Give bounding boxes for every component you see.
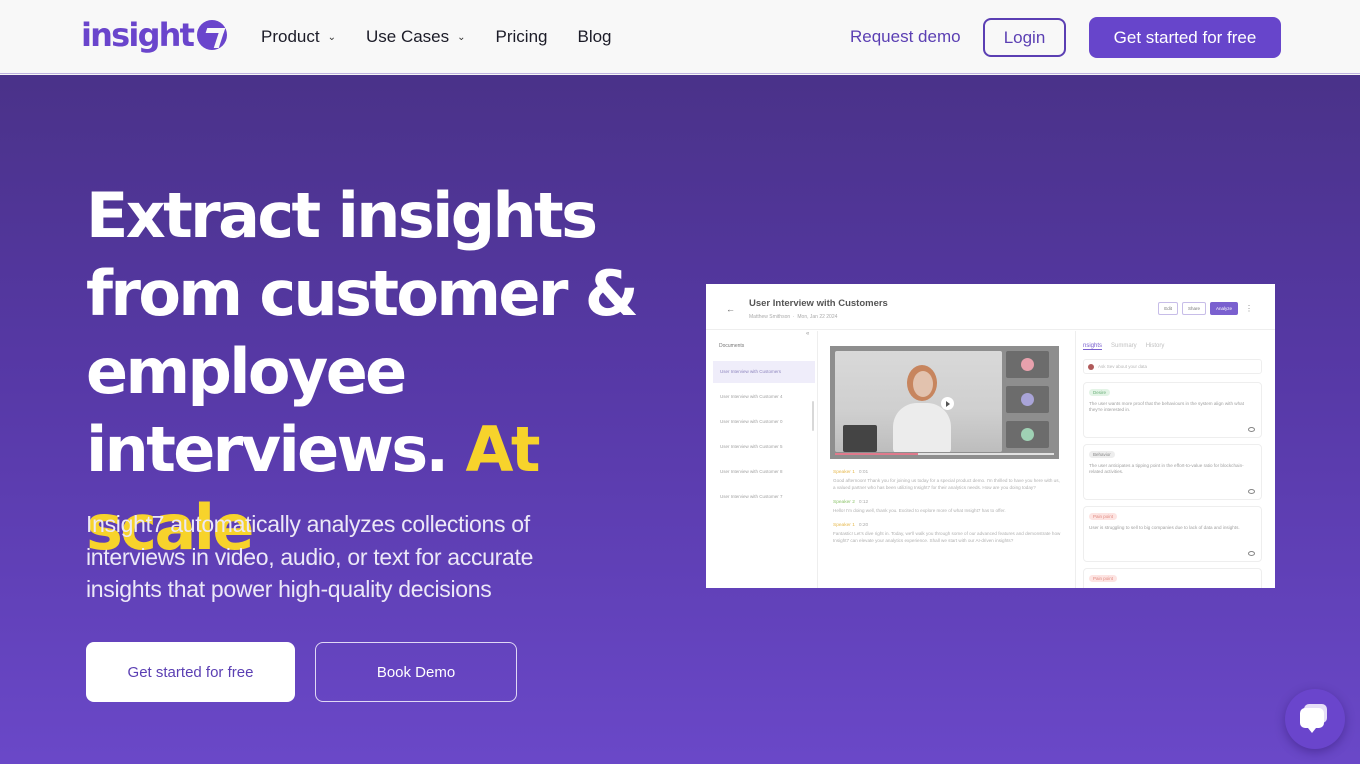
- speaker-time: 0:01: [858, 470, 869, 475]
- chat-widget-button[interactable]: [1285, 689, 1345, 749]
- speaker-name: Speaker 1: [833, 523, 855, 528]
- participant-tile: [1006, 421, 1049, 448]
- participant-avatar: [1021, 428, 1034, 441]
- mock-documents-heading: Documents: [719, 343, 745, 349]
- chevron-down-icon: ⌄: [457, 31, 466, 43]
- transcript-text: Hello! I'm doing well, thank you. Excite…: [833, 508, 1006, 513]
- insight-card: Pain point User is struggling to sell to…: [1083, 506, 1262, 562]
- nav-use-cases-label: Use Cases: [365, 27, 450, 46]
- mock-sidebar: « Documents User Interview with Customer…: [706, 331, 818, 588]
- speaker-label: Speaker 1 0:01: [833, 470, 1063, 475]
- mock-insights-panel: nsights Summary History Ask Sev about yo…: [1075, 331, 1275, 588]
- collapse-icon: «: [806, 331, 810, 337]
- nav-product[interactable]: Product ⌄: [261, 27, 336, 47]
- mock-ask-input: Ask Sev about your data: [1083, 359, 1262, 374]
- logo-seven-icon: [197, 20, 228, 50]
- insight-text: The user anticipates a tipping point in …: [1089, 463, 1244, 474]
- transcript-turn: Speaker 2 0:12 Hello! I'm doing well, tha…: [833, 500, 1063, 514]
- eye-icon: [1248, 551, 1255, 556]
- headline-main: Extract insights from customer & employe…: [86, 179, 639, 486]
- more-options-icon: ⋮: [1245, 304, 1253, 313]
- mock-document-title: User Interview with Customers: [749, 298, 888, 309]
- get-started-button[interactable]: Get started for free: [1089, 17, 1281, 58]
- insight-tag: Pain point: [1089, 575, 1118, 582]
- mock-transcript: Speaker 1 0:01 Good afternoon! Thank you …: [833, 470, 1063, 553]
- transcript-text: Good afternoon! Thank you for joining us…: [833, 478, 1060, 490]
- cta-get-started-button[interactable]: Get started for free: [86, 642, 295, 702]
- back-arrow-icon: ←: [726, 304, 735, 314]
- insight-tag: Pain point: [1089, 513, 1118, 520]
- request-demo-link[interactable]: Request demo: [850, 27, 961, 47]
- transcript-turn: Speaker 1 0:20 Fantastic! Let's dive righ…: [833, 523, 1063, 544]
- insight-card: Desire The user wants more proof that th…: [1083, 382, 1262, 438]
- mock-actions: Edit Share Analyze ⋮: [1158, 302, 1253, 315]
- participant-avatar: [1021, 358, 1034, 371]
- speaker-name: Speaker 1: [833, 470, 855, 475]
- mock-tab-insights: nsights: [1083, 343, 1103, 350]
- mock-document-meta: Matthew Smithson · Mon, Jan 22 2024: [749, 314, 838, 320]
- cta-book-demo-button[interactable]: Book Demo: [315, 642, 517, 702]
- video-progress-bar: [835, 453, 1054, 455]
- speaker-label: Speaker 2 0:12: [833, 500, 1063, 505]
- chevron-down-icon: ⌄: [327, 31, 336, 43]
- top-navigation: insight Product ⌄ Use Cases ⌄ Pricing Bl…: [0, 0, 1360, 74]
- mock-scrollbar: [812, 401, 814, 431]
- mock-video-player: [830, 346, 1059, 459]
- nav-product-label: Product: [261, 27, 320, 46]
- mock-video-frame: [835, 351, 1002, 452]
- laptop-shape: [843, 425, 877, 452]
- insight-card: Pain point: [1083, 568, 1262, 588]
- insight-text: The user wants more proof that the behav…: [1089, 401, 1244, 412]
- nav-pricing[interactable]: Pricing: [496, 27, 548, 47]
- mock-tabs: nsights Summary History: [1083, 343, 1164, 350]
- insight-card: Behavior The user anticipates a tipping …: [1083, 444, 1262, 500]
- chat-icon: [1300, 708, 1324, 733]
- person-face-shape: [913, 371, 933, 397]
- nav-links: Product ⌄ Use Cases ⌄ Pricing Blog: [261, 0, 642, 74]
- insight7-logo[interactable]: insight: [81, 15, 228, 55]
- eye-icon: [1248, 427, 1255, 432]
- insight-tag: Behavior: [1089, 451, 1115, 458]
- transcript-text: Fantastic! Let's dive right in. Today, w…: [833, 531, 1061, 543]
- mock-document-item: User Interview with Customers: [713, 361, 815, 383]
- mock-analyze-button: Analyze: [1209, 302, 1238, 315]
- speaker-time: 0:20: [858, 523, 869, 528]
- participant-tile: [1006, 386, 1049, 413]
- nav-pricing-label: Pricing: [495, 27, 548, 46]
- mock-edit-button: Edit: [1158, 302, 1178, 315]
- eye-icon: [1248, 489, 1255, 494]
- mock-document-item: User Interview with Customer 4: [720, 394, 783, 399]
- insight-tag: Desire: [1089, 389, 1111, 396]
- nav-blog-label: Blog: [577, 27, 612, 46]
- mock-document-item: User Interview with Customer 7: [720, 494, 783, 499]
- hero-subtext: Insight7 automatically analyzes collecti…: [86, 511, 534, 602]
- logo-wordmark: insight: [81, 16, 195, 54]
- speaker-label: Speaker 1 0:20: [833, 523, 1063, 528]
- mock-tab-history: History: [1145, 343, 1165, 349]
- mock-share-button: Share: [1181, 302, 1206, 315]
- nav-use-cases[interactable]: Use Cases ⌄: [366, 27, 466, 47]
- speaker-name: Speaker 2: [833, 500, 855, 505]
- video-progress-fill: [835, 453, 919, 455]
- mock-author: Matthew Smithson: [749, 314, 791, 320]
- hero-section: Extract insights from customer & employe…: [0, 75, 1360, 764]
- nav-blog[interactable]: Blog: [577, 27, 611, 47]
- transcript-turn: Speaker 1 0:01 Good afternoon! Thank you …: [833, 470, 1063, 491]
- mock-document-item: User Interview with Customer 0: [720, 419, 783, 424]
- mock-header: ← User Interview with Customers Matthew …: [706, 284, 1275, 330]
- person-body-shape: [893, 403, 951, 452]
- participant-tile: [1006, 351, 1049, 378]
- insight-text: User is struggling to sell to big compan…: [1089, 525, 1240, 530]
- play-icon: [941, 397, 954, 410]
- mock-document-item: User Interview with Customer 5: [720, 444, 783, 449]
- mock-tab-summary: Summary: [1111, 343, 1137, 349]
- participant-avatar: [1021, 393, 1034, 406]
- login-button[interactable]: Login: [983, 18, 1066, 57]
- mock-date: Mon, Jan 22 2024: [797, 314, 838, 320]
- mock-document-item: User Interview with Customer 8: [720, 469, 783, 474]
- speaker-time: 0:12: [858, 500, 869, 505]
- product-screenshot: ← User Interview with Customers Matthew …: [706, 284, 1275, 588]
